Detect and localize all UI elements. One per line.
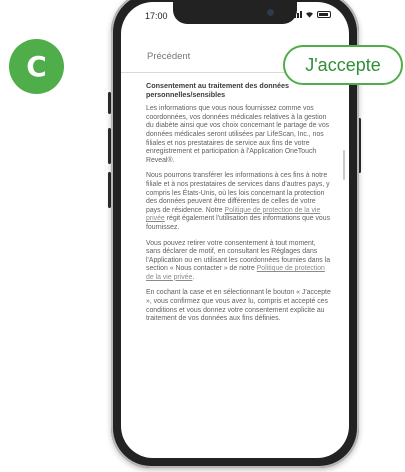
consent-paragraph-3: Vous pouvez retirer votre consentement à… [146,239,331,281]
consent-content: Consentement au traitement des données p… [146,81,331,331]
step-badge: C [9,39,64,94]
consent-paragraph-1: Les informations que vous nous fournisse… [146,105,330,164]
consent-paragraph-4: En cochant la case et en sélectionnant l… [146,289,331,323]
back-button[interactable]: Précédent [147,51,190,62]
status-time: 17:00 [145,11,168,21]
consent-paragraph-2: Nous pourrons transférer les information… [146,172,331,231]
status-bar: 17:00 [121,2,349,28]
wifi-icon [306,12,313,18]
status-icons [291,11,331,18]
signal-icon [291,11,302,18]
scrollbar[interactable] [343,150,345,180]
battery-icon [317,11,331,18]
accept-button[interactable]: J'accepte [283,45,403,85]
